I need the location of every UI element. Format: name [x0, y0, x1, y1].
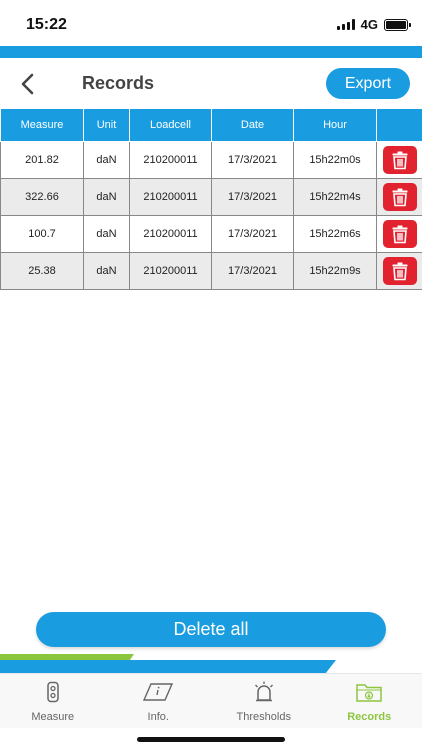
cell-measure: 322.66 — [0, 178, 84, 216]
cell-unit: daN — [83, 215, 130, 253]
cell-date: 17/3/2021 — [211, 252, 294, 290]
cell-date: 17/3/2021 — [211, 215, 294, 253]
column-header-hour[interactable]: Hour — [293, 108, 377, 142]
cell-date: 17/3/2021 — [211, 141, 294, 179]
table-row: 322.66 daN 210200011 17/3/2021 15h22m4s — [0, 178, 422, 216]
cell-loadcell: 210200011 — [129, 215, 212, 253]
network-type: 4G — [360, 17, 378, 32]
cell-measure: 25.38 — [0, 252, 84, 290]
cell-hour: 15h22m6s — [293, 215, 377, 253]
cell-actions — [376, 178, 422, 216]
delete-record-button[interactable] — [382, 257, 417, 285]
cell-hour: 15h22m9s — [293, 252, 377, 290]
info-icon — [143, 683, 174, 701]
cell-hour: 15h22m0s — [293, 141, 377, 179]
trash-icon — [392, 225, 407, 244]
page-title: Records — [82, 73, 155, 93]
table-row: 25.38 daN 210200011 17/3/2021 15h22m9s — [0, 252, 422, 290]
tab-info[interactable]: Info. — [106, 674, 212, 728]
column-header-unit[interactable]: Unit — [83, 108, 130, 142]
delete-all-button[interactable]: Delete all — [36, 612, 386, 647]
status-bar: 15:22 4G — [0, 0, 422, 46]
tab-label: Info. — [147, 711, 169, 723]
status-indicators: 4G — [336, 17, 411, 32]
trash-icon — [392, 188, 407, 207]
tab-thresholds[interactable]: Thresholds — [211, 674, 317, 728]
cell-actions — [376, 141, 422, 179]
column-header-actions — [376, 108, 422, 142]
cell-unit: daN — [83, 178, 130, 216]
cell-actions — [376, 252, 422, 290]
table-row: 201.82 daN 210200011 17/3/2021 15h22m0s — [0, 141, 422, 179]
cell-hour: 15h22m4s — [293, 178, 377, 216]
header: Records Export — [0, 58, 422, 108]
trash-icon — [392, 151, 407, 170]
battery-icon — [384, 18, 411, 31]
cell-loadcell: 210200011 — [129, 141, 212, 179]
folder-download-icon — [356, 684, 382, 702]
home-indicator — [137, 737, 285, 742]
bottom-accent-stripe-blue — [0, 660, 336, 673]
trash-icon — [392, 262, 407, 281]
loadcell-icon — [47, 681, 59, 703]
delete-record-button[interactable] — [382, 183, 417, 211]
column-header-date[interactable]: Date — [211, 108, 294, 142]
cell-loadcell: 210200011 — [129, 252, 212, 290]
status-time: 15:22 — [26, 16, 67, 33]
bottom-accent-stripe-green — [0, 654, 134, 660]
delete-record-button[interactable] — [382, 146, 417, 174]
cell-unit: daN — [83, 141, 130, 179]
tab-bar: Measure Info. Thresholds Records — [0, 673, 422, 728]
chevron-left-icon — [21, 73, 34, 95]
cell-date: 17/3/2021 — [211, 178, 294, 216]
cell-measure: 201.82 — [0, 141, 84, 179]
cell-actions — [376, 215, 422, 253]
column-header-loadcell[interactable]: Loadcell — [129, 108, 212, 142]
tab-measure[interactable]: Measure — [0, 674, 106, 728]
cell-unit: daN — [83, 252, 130, 290]
tab-label: Thresholds — [236, 711, 291, 723]
cell-measure: 100.7 — [0, 215, 84, 253]
tab-label: Records — [347, 711, 392, 723]
column-header-measure[interactable]: Measure — [0, 108, 84, 142]
tab-label: Measure — [31, 711, 75, 723]
table-row: 100.7 daN 210200011 17/3/2021 15h22m6s — [0, 215, 422, 253]
signal-icon — [336, 19, 355, 30]
cell-loadcell: 210200011 — [129, 178, 212, 216]
table-header-row: Measure Unit Loadcell Date Hour — [0, 108, 422, 142]
back-button[interactable] — [14, 70, 42, 98]
top-accent-stripe — [0, 46, 422, 58]
export-button[interactable]: Export — [326, 68, 410, 99]
records-table: Measure Unit Loadcell Date Hour 201.82 d… — [0, 108, 422, 290]
delete-record-button[interactable] — [382, 220, 417, 248]
tab-records[interactable]: Records — [317, 674, 422, 728]
alarm-icon — [254, 681, 273, 702]
